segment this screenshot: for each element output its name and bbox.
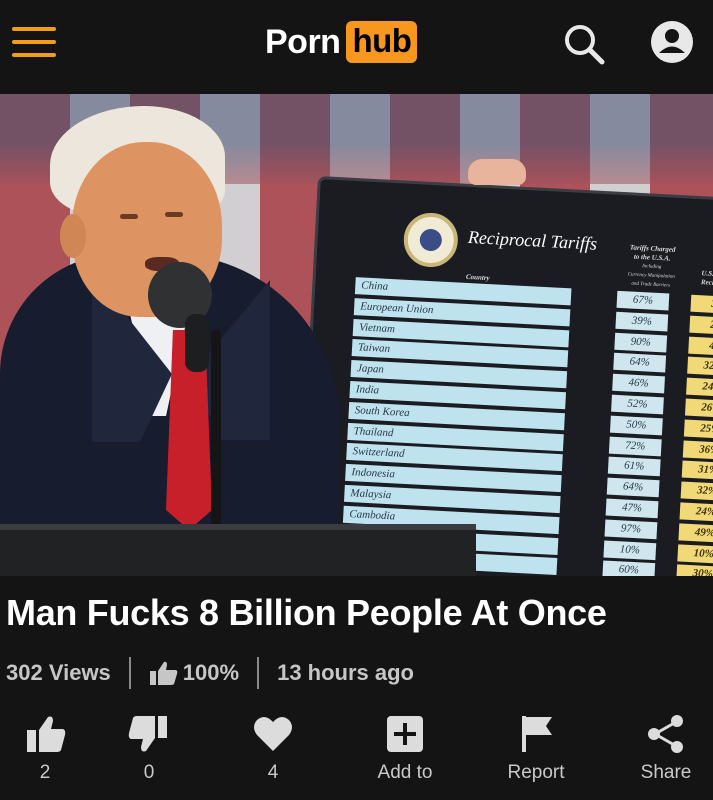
tariff-row: Japan 46% 24% [350,360,713,398]
tariff-charged: 47% [605,498,659,519]
like-button[interactable]: 2 [0,708,100,796]
video-title[interactable]: Man Fucks 8 Billion People At Once [6,592,706,634]
tariff-charged: 64% [613,353,667,373]
tariff-row: Switzerland 61% 31% [346,443,713,481]
tariff-reciprocal: 24% [679,502,713,523]
tariff-reciprocal: 24% [686,377,713,398]
tariff-charged: 61% [607,456,661,477]
add-icon [387,716,423,752]
tariff-reciprocal: 31% [681,460,713,481]
tariff-reciprocal: 20 [689,315,713,336]
tariff-row: India 52% 26% [349,380,713,419]
presidential-seal-icon [402,211,460,269]
tariff-charged: 50% [609,415,663,436]
tariff-row: South Korea 50% 25% [348,401,713,440]
thumbs-up-icon [27,716,66,752]
rating-value: 100% [182,660,240,685]
add-to-label: Add to [377,762,433,783]
divider [128,657,131,689]
thumbs-down-icon [128,716,167,752]
tariff-row: Indonesia 64% 32% [345,464,713,502]
search-icon[interactable] [562,22,606,66]
tariff-charged: 39% [615,311,669,332]
microphone-stand [211,330,221,540]
tariff-reciprocal: 25% [683,419,713,440]
tariff-row: China67%34 [354,277,713,315]
tariff-row: Taiwan 64% 32% [351,339,713,377]
share-icon [648,715,683,753]
heart-icon [254,716,292,751]
tariff-charged: 60% [602,560,656,576]
tariff-reciprocal: 26% [684,398,713,419]
tariff-charged: 52% [611,394,664,415]
dislike-count: 0 [143,762,155,783]
like-count: 2 [39,762,51,783]
tariff-reciprocal: 49% [678,523,713,543]
favorite-count: 4 [267,762,279,783]
upload-age: 13 hours ago [277,660,414,685]
tariff-row: European Union 39% 20 [353,297,713,336]
video-thumbnail[interactable]: Reciprocal Tariffs Country Tariffs Charg… [0,94,713,576]
tariff-charged: 64% [606,477,660,498]
column-header-country: Country [465,272,490,283]
favorite-button[interactable]: 4 [218,708,328,796]
top-navigation-bar: Porn hub [0,0,713,94]
tariff-board: Reciprocal Tariffs Country Tariffs Charg… [295,176,713,576]
rating: 100% [149,660,239,686]
report-button[interactable]: Report [481,708,591,796]
tariff-row: Vietnam 90% 46 [352,318,713,356]
tariff-row: Malaysia 47% 24% [343,484,713,523]
podium [0,526,476,576]
logo-text-part1: Porn [265,22,341,61]
tariff-row: Thailand 72% 36% [347,422,713,460]
tariff-charged: 67% [616,290,670,311]
user-icon[interactable] [650,20,694,64]
share-button[interactable]: Share [611,708,713,796]
tariff-charged: 97% [604,519,658,539]
tariff-charged: 10% [603,540,657,560]
tariff-charged: 46% [612,373,665,394]
board-title: Reciprocal Tariffs [467,226,598,254]
tariff-reciprocal: 34 [690,294,713,315]
logo-text-part2: hub [346,21,418,63]
menu-icon[interactable] [12,27,56,57]
tariff-reciprocal: 30% [676,564,713,576]
column-header-reciprocal: U.S.A. Recip [700,269,713,288]
video-stats: 302 Views 100% 13 hours ago [6,656,414,690]
hand [468,159,526,185]
tariff-charged: 90% [614,332,668,353]
action-bar: 2 0 4 Add to Report Share [0,708,713,798]
report-label: Report [507,762,565,783]
tariff-reciprocal: 46 [688,336,713,356]
dislike-button[interactable]: 0 [94,708,204,796]
tariff-reciprocal: 36% [682,440,713,460]
tariff-row: Cambodia 97% 49% [342,505,713,543]
tariff-charged: 72% [608,436,662,456]
share-label: Share [640,762,692,783]
tariff-reciprocal: 10% [677,543,713,564]
flag-icon [522,716,552,752]
divider [257,657,260,689]
site-logo[interactable]: Porn hub [265,18,418,66]
add-to-button[interactable]: Add to [350,708,460,796]
tariff-reciprocal: 32% [680,481,713,502]
column-header-charged: Tariffs Charged to the U.S.A. Including … [627,243,676,289]
view-count: 302 Views [6,660,111,685]
thumbs-up-icon [149,661,178,685]
tariff-reciprocal: 32% [687,357,713,377]
